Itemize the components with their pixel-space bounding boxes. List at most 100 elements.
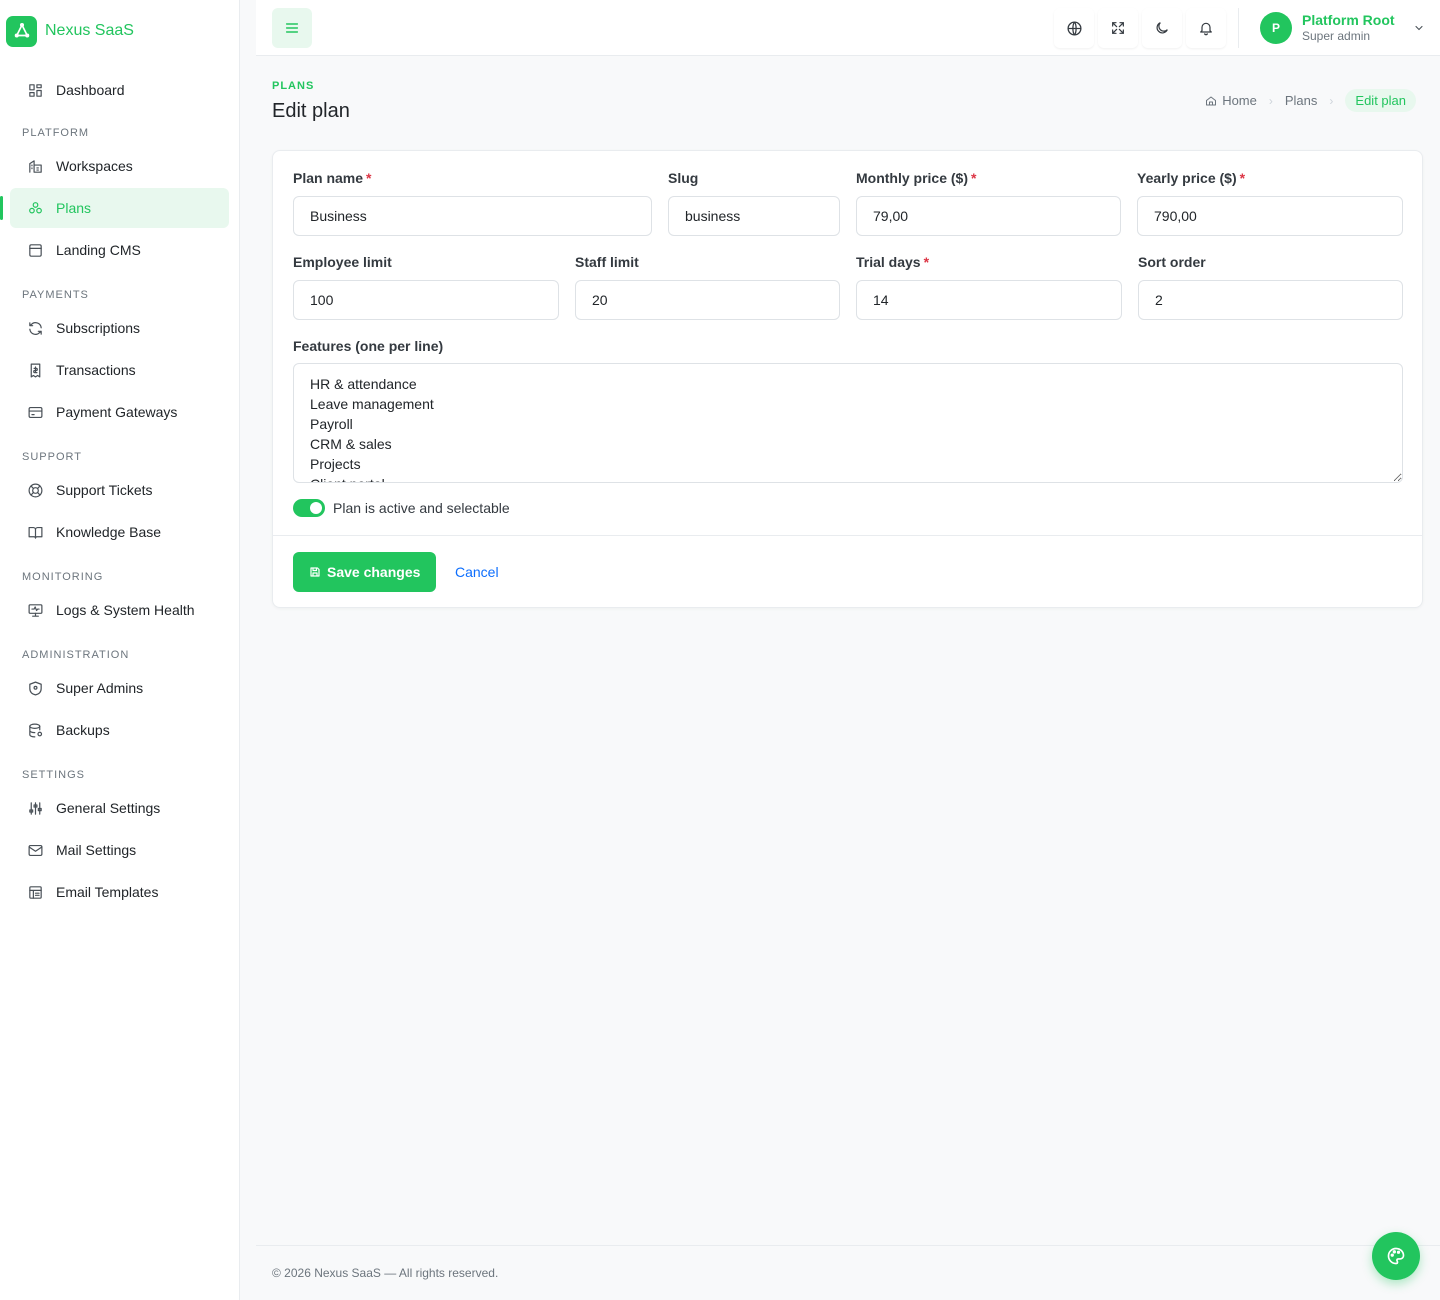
chevron-down-icon <box>1415 25 1423 31</box>
monthly-price-input[interactable] <box>856 196 1121 236</box>
brand-name: Nexus SaaS <box>45 22 134 39</box>
sort-order-label: Sort order <box>1138 254 1206 270</box>
sidebar-item-label: Subscriptions <box>56 320 141 336</box>
monthly-price-label: Monthly price ($) * <box>856 170 977 186</box>
employee-limit-input[interactable] <box>293 280 559 320</box>
theme-toggle-button[interactable] <box>1142 8 1182 48</box>
sidebar-nav: Dashboard PLATFORM Workspaces Plans Land… <box>0 70 239 912</box>
trial-days-input[interactable] <box>856 280 1122 320</box>
brand[interactable]: Nexus SaaS <box>0 0 239 62</box>
slug-input[interactable] <box>668 196 840 236</box>
active-toggle-row: Plan is active and selectable <box>293 499 510 517</box>
lifebuoy-icon <box>26 481 44 499</box>
sidebar-item-label: Backups <box>56 722 110 738</box>
plan-name-label: Plan name * <box>293 170 372 186</box>
language-button[interactable] <box>1054 8 1094 48</box>
notifications-button[interactable] <box>1186 8 1226 48</box>
database-icon <box>26 721 44 739</box>
avatar: P <box>1260 12 1292 44</box>
topbar-divider <box>1238 8 1239 48</box>
yearly-price-label: Yearly price ($) * <box>1137 170 1246 186</box>
nav-section-title: ADMINISTRATION <box>22 649 130 661</box>
home-icon <box>1206 96 1217 105</box>
chevron-right-icon: › <box>1329 93 1334 108</box>
sidebar-item-label: Logs & System Health <box>56 602 195 618</box>
sort-order-input[interactable] <box>1138 280 1403 320</box>
moon-icon <box>1156 22 1168 34</box>
user-menu[interactable]: P Platform Root Super admin <box>1260 8 1425 48</box>
sidebar-item-general-settings[interactable]: General Settings <box>10 788 229 828</box>
sidebar-item-label: Plans <box>56 200 92 216</box>
breadcrumb-home-label: Home <box>1222 93 1257 108</box>
sidebar-item-email-templates[interactable]: Email Templates <box>10 872 229 912</box>
features-textarea[interactable] <box>293 363 1403 483</box>
topbar: P Platform Root Super admin <box>256 0 1440 56</box>
features-label: Features (one per line) <box>293 338 444 354</box>
brand-logo-icon <box>6 15 37 47</box>
sidebar-item-support-tickets[interactable]: Support Tickets <box>10 470 229 510</box>
sidebar-item-mail-settings[interactable]: Mail Settings <box>10 830 229 870</box>
save-changes-button[interactable]: Save changes <box>293 552 437 592</box>
sidebar-item-super-admins[interactable]: Super Admins <box>10 668 229 708</box>
footer-copyright: © 2026 Nexus SaaS — All rights reserved. <box>272 1266 499 1280</box>
nav-section-title: SETTINGS <box>22 769 86 781</box>
sidebar-item-label: Transactions <box>56 362 136 378</box>
hamburger-icon <box>285 23 299 33</box>
sidebar-item-label: Payment Gateways <box>56 404 178 420</box>
sidebar-item-label: Super Admins <box>56 680 144 696</box>
plan-name-input[interactable] <box>293 196 652 236</box>
breadcrumb-plans[interactable]: Plans <box>1285 93 1318 108</box>
nav-section-title: PLATFORM <box>22 127 90 139</box>
save-changes-label: Save changes <box>327 564 421 580</box>
user-info: Platform Root Super admin <box>1302 12 1395 44</box>
sidebar-item-knowledge-base[interactable]: Knowledge Base <box>10 512 229 552</box>
sidebar-item-backups[interactable]: Backups <box>10 710 229 750</box>
theme-customizer-button[interactable] <box>1372 1232 1420 1280</box>
page-pretitle: PLANS <box>272 80 315 92</box>
browser-icon <box>26 241 44 259</box>
active-toggle-label: Plan is active and selectable <box>333 500 510 516</box>
monitor-icon <box>26 601 44 619</box>
sidebar-item-label: Dashboard <box>56 82 125 98</box>
yearly-price-input[interactable] <box>1137 196 1403 236</box>
save-icon <box>310 567 320 577</box>
sidebar-item-logs-system-health[interactable]: Logs & System Health <box>10 590 229 630</box>
sliders-icon <box>26 799 44 817</box>
sidebar-item-payment-gateways[interactable]: Payment Gateways <box>10 392 229 432</box>
sidebar-item-landing-cms[interactable]: Landing CMS <box>10 230 229 270</box>
shield-icon <box>26 679 44 697</box>
sidebar-item-label: Workspaces <box>56 158 133 174</box>
menu-toggle-button[interactable] <box>272 8 312 48</box>
book-icon <box>26 523 44 541</box>
sidebar-item-dashboard[interactable]: Dashboard <box>10 70 229 110</box>
card-footer: Save changes Cancel <box>273 535 1422 609</box>
trial-days-label: Trial days * <box>856 254 930 270</box>
dashboard-icon <box>26 81 44 99</box>
staff-limit-input[interactable] <box>575 280 840 320</box>
sidebar-item-plans[interactable]: Plans <box>0 188 229 228</box>
user-name: Platform Root <box>1302 12 1395 28</box>
nav-section-title: MONITORING <box>22 571 104 583</box>
sidebar-item-transactions[interactable]: Transactions <box>10 350 229 390</box>
chevron-right-icon: › <box>1268 93 1273 108</box>
expand-icon <box>1112 22 1124 34</box>
staff-limit-label: Staff limit <box>575 254 639 270</box>
building-icon <box>26 157 44 175</box>
fullscreen-button[interactable] <box>1098 8 1138 48</box>
nav-section-title: SUPPORT <box>22 451 82 463</box>
cancel-link[interactable]: Cancel <box>455 564 499 580</box>
breadcrumb-current: Edit plan <box>1345 89 1416 112</box>
employee-limit-label: Employee limit <box>293 254 392 270</box>
sidebar-item-workspaces[interactable]: Workspaces <box>10 146 229 186</box>
breadcrumb-home[interactable]: Home <box>1205 93 1257 108</box>
sidebar-item-label: Support Tickets <box>56 482 153 498</box>
edit-plan-card: Plan name* Slug Monthly price ($)* Yearl… <box>272 150 1423 608</box>
sidebar-item-label: General Settings <box>56 800 161 816</box>
active-toggle-switch[interactable] <box>293 499 325 517</box>
card-icon <box>26 403 44 421</box>
sidebar-item-label: Email Templates <box>56 884 159 900</box>
user-role: Super admin <box>1302 29 1371 43</box>
breadcrumb: Home › Plans › Edit plan <box>1205 89 1416 112</box>
sidebar-item-subscriptions[interactable]: Subscriptions <box>10 308 229 348</box>
sidebar-item-label: Knowledge Base <box>56 524 162 540</box>
